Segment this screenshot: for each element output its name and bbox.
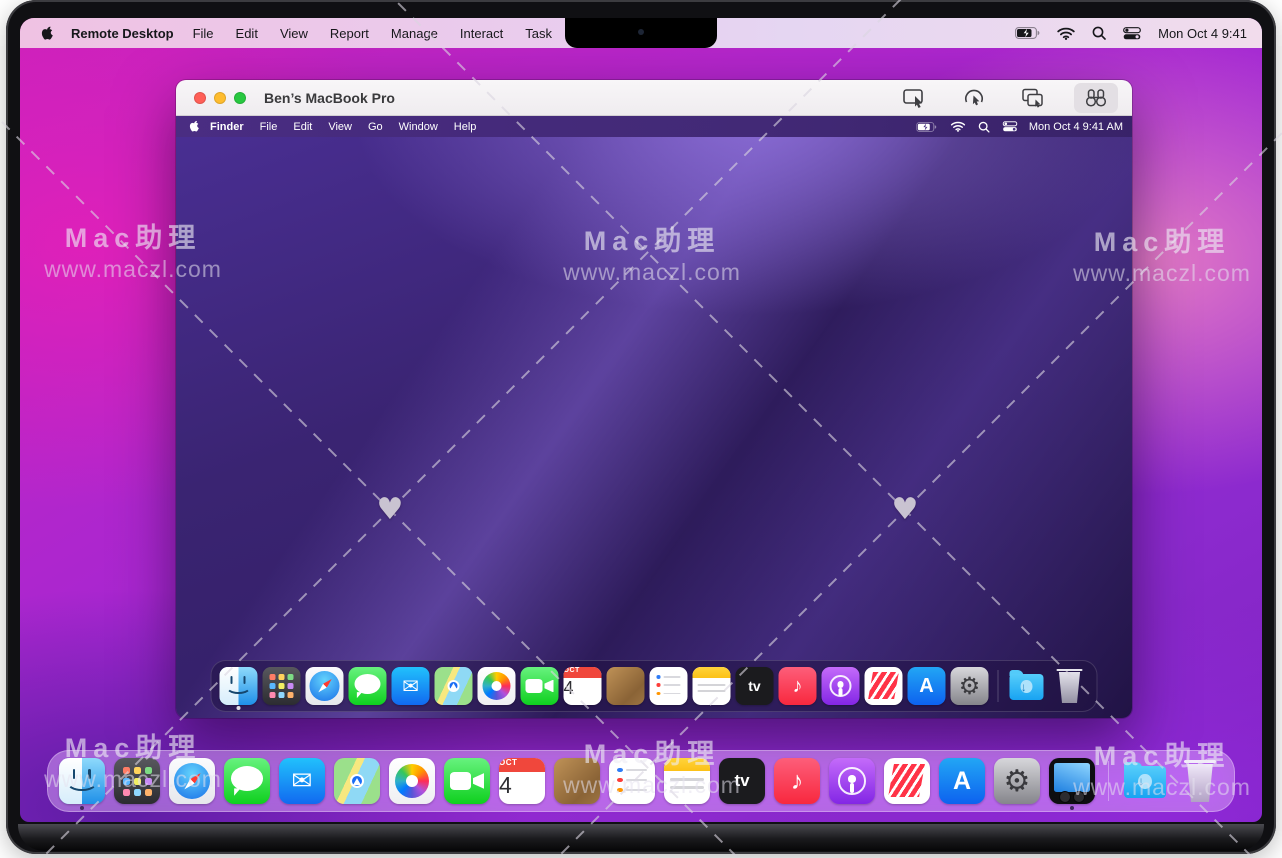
wifi-icon[interactable] [1057, 27, 1075, 40]
dock-photos-icon[interactable] [389, 758, 435, 804]
window-title-bar[interactable]: Ben’s MacBook Pro [176, 80, 1132, 116]
apple-menu-icon[interactable] [41, 26, 54, 41]
dock-podcasts-icon[interactable] [822, 667, 860, 705]
dock-music-icon[interactable]: ♪ [779, 667, 817, 705]
dock-safari-icon[interactable] [169, 758, 215, 804]
host-menus: FileEditViewReportManageInteractTaskWind… [182, 26, 632, 41]
control-center-icon[interactable] [1123, 27, 1141, 40]
app-menu-remote-desktop[interactable]: Remote Desktop [71, 26, 174, 41]
menu-file[interactable]: File [182, 26, 225, 41]
screenshot-canvas: Remote Desktop FileEditViewReportManageI… [0, 0, 1282, 858]
menu-manage[interactable]: Manage [380, 26, 449, 41]
host-dock: ✉ OCT4 tv♪ A⚙ ↓ [47, 750, 1235, 812]
control-mode-button[interactable] [896, 83, 934, 113]
remote-screen-view[interactable]: Finder FileEditViewGoWindowHelp Mon Oct … [176, 116, 1132, 718]
dock-notes-icon[interactable] [664, 758, 710, 804]
dock-launchpad-icon[interactable] [263, 667, 301, 705]
dock-trash-icon[interactable] [1051, 667, 1089, 705]
dock-divider [998, 670, 999, 702]
observe-mode-button[interactable] [1074, 83, 1118, 113]
dock-divider [1108, 761, 1109, 801]
remote-wifi-icon[interactable] [950, 121, 965, 132]
dock-reminders-icon[interactable] [650, 667, 688, 705]
remote-spotlight-search-icon[interactable] [978, 121, 989, 132]
remote-apple-menu-icon[interactable] [189, 120, 200, 132]
camera-notch [565, 18, 717, 48]
dock-settings-icon[interactable]: ⚙ [951, 667, 989, 705]
minimize-button[interactable] [214, 92, 226, 104]
remote-control-center-icon[interactable] [1002, 121, 1017, 132]
dock-launchpad-icon[interactable] [114, 758, 160, 804]
dock-music-icon[interactable]: ♪ [774, 758, 820, 804]
menu-report[interactable]: Report [319, 26, 380, 41]
menu-interact[interactable]: Interact [449, 26, 514, 41]
dock-facetime-icon[interactable] [521, 667, 559, 705]
dock-news-icon[interactable] [884, 758, 930, 804]
host-desktop[interactable]: Remote Desktop FileEditViewReportManageI… [20, 18, 1262, 822]
remote-menu-bar: Finder FileEditViewGoWindowHelp Mon Oct … [176, 116, 1132, 137]
dock-appletv-icon[interactable]: tv [719, 758, 765, 804]
zoom-button[interactable] [234, 92, 246, 104]
dock-notes-icon[interactable] [693, 667, 731, 705]
dock-messages-icon[interactable] [224, 758, 270, 804]
host-status-area: Mon Oct 4 9:41 [1015, 26, 1247, 41]
dock-facetime-icon[interactable] [444, 758, 490, 804]
dock-podcasts-icon[interactable] [829, 758, 875, 804]
copy-screen-button[interactable] [1014, 83, 1052, 113]
dock-reminders-icon[interactable] [609, 758, 655, 804]
dock-maps-icon[interactable] [334, 758, 380, 804]
macbook-chassis [18, 824, 1264, 851]
menu-window[interactable]: Window [391, 121, 446, 133]
menu-bar-clock[interactable]: Mon Oct 4 9:41 [1158, 26, 1247, 41]
dock-calendar-icon[interactable]: OCT4 [564, 667, 602, 705]
running-indicator-dot [1070, 806, 1074, 810]
menu-edit[interactable]: Edit [225, 26, 269, 41]
menu-go[interactable]: Go [360, 121, 391, 133]
dock-appstore-icon[interactable]: A [908, 667, 946, 705]
close-button[interactable] [194, 92, 206, 104]
window-toolbar [896, 83, 1118, 113]
dock-trash-icon[interactable] [1177, 758, 1223, 804]
dock-finder-icon[interactable] [59, 758, 105, 804]
menu-view[interactable]: View [320, 121, 360, 133]
dock-finder-icon[interactable] [220, 667, 258, 705]
remote-menus: FileEditViewGoWindowHelp [252, 121, 485, 133]
dock-photos-icon[interactable] [478, 667, 516, 705]
dock-remotedesktop-icon[interactable] [1049, 758, 1095, 804]
dock-contacts-icon[interactable] [607, 667, 645, 705]
menu-file[interactable]: File [252, 121, 286, 133]
running-indicator-dot [237, 706, 241, 710]
menu-help[interactable]: Help [446, 121, 485, 133]
traffic-lights [194, 92, 246, 104]
dock-downloads-icon[interactable]: ↓ [1008, 667, 1046, 705]
remote-battery-icon[interactable] [916, 122, 937, 132]
remote-dock: ✉ OCT4 tv♪ A⚙ ↓ [211, 660, 1098, 712]
macbook-bezel: Remote Desktop FileEditViewReportManageI… [6, 0, 1276, 854]
dock-appletv-icon[interactable]: tv [736, 667, 774, 705]
remote-menu-bar-clock[interactable]: Mon Oct 4 9:41 AM [1029, 121, 1123, 133]
dock-safari-icon[interactable] [306, 667, 344, 705]
dock-mail-icon[interactable]: ✉ [392, 667, 430, 705]
dock-mail-icon[interactable]: ✉ [279, 758, 325, 804]
running-indicator-dot [80, 806, 84, 810]
menu-task[interactable]: Task [514, 26, 563, 41]
dock-contacts-icon[interactable] [554, 758, 600, 804]
dock-news-icon[interactable] [865, 667, 903, 705]
camera-dot [638, 29, 644, 35]
menu-edit[interactable]: Edit [285, 121, 320, 133]
dock-maps-icon[interactable] [435, 667, 473, 705]
menu-view[interactable]: View [269, 26, 319, 41]
spotlight-search-icon[interactable] [1092, 26, 1106, 40]
battery-icon[interactable] [1015, 27, 1040, 39]
dock-messages-icon[interactable] [349, 667, 387, 705]
dock-calendar-icon[interactable]: OCT4 [499, 758, 545, 804]
remote-desktop-window: Ben’s MacBook Pro [176, 80, 1132, 718]
remote-app-menu-finder[interactable]: Finder [210, 121, 244, 133]
dock-settings-icon[interactable]: ⚙ [994, 758, 1040, 804]
share-control-button[interactable] [956, 83, 992, 113]
window-title: Ben’s MacBook Pro [264, 90, 395, 106]
dock-downloads-icon[interactable]: ↓ [1122, 758, 1168, 804]
dock-appstore-icon[interactable]: A [939, 758, 985, 804]
remote-status-area: Mon Oct 4 9:41 AM [914, 120, 1123, 134]
